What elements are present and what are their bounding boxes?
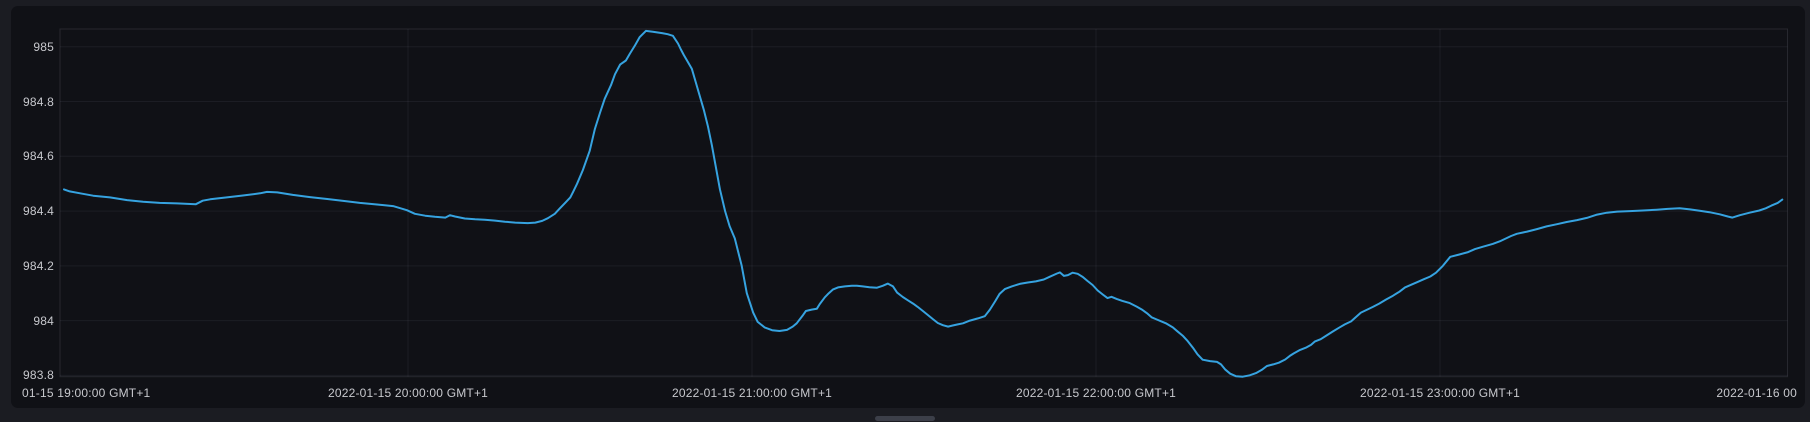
x-axis-tick-label: 2022-01-15 23:00:00 GMT+1	[1360, 386, 1520, 400]
x-axis-tick-label: 2022-01-15 20:00:00 GMT+1	[328, 386, 488, 400]
y-axis-tick-label: 985	[0, 40, 54, 54]
y-axis-tick-label: 983.8	[0, 368, 54, 382]
x-axis-tick-label: 2022-01-15 22:00:00 GMT+1	[1016, 386, 1176, 400]
y-axis-tick-label: 984	[0, 314, 54, 328]
y-axis-tick-label: 984.2	[0, 259, 54, 273]
x-axis-tick-label: 2022-01-16 00	[1716, 386, 1797, 400]
y-axis-tick-label: 984.6	[0, 149, 54, 163]
x-axis-tick-label: 01-15 19:00:00 GMT+1	[22, 386, 150, 400]
x-axis-tick-label: 2022-01-15 21:00:00 GMT+1	[672, 386, 832, 400]
y-axis-tick-label: 984.8	[0, 95, 54, 109]
horizontal-scrollbar-thumb[interactable]	[875, 416, 935, 421]
dashboard-page: { "page": { "background": "#1b1c22" }, "…	[0, 0, 1810, 422]
plot-area[interactable]	[60, 29, 1788, 377]
y-axis-tick-label: 984.4	[0, 204, 54, 218]
